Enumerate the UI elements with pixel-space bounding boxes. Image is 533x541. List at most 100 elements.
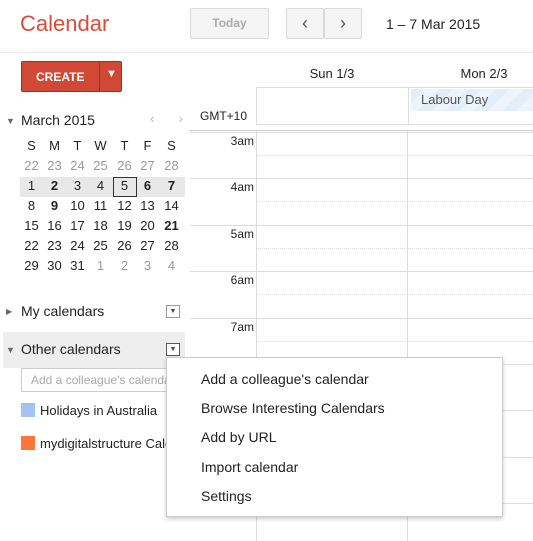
calendar-item[interactable]: Holidays in Australia [40, 403, 157, 418]
mini-calendar-day[interactable]: 2 [113, 257, 136, 275]
weekday-label: W [94, 138, 107, 153]
mini-calendar-day[interactable]: 1 [20, 177, 43, 195]
weekday-label: M [49, 138, 60, 153]
day-header[interactable]: Sun 1/3 [256, 66, 408, 81]
hour-line [190, 178, 533, 180]
my-calendars-header[interactable]: My calendars [21, 303, 104, 319]
mini-calendar-day[interactable]: 4 [89, 177, 112, 195]
mini-calendar-day[interactable]: 11 [89, 197, 112, 215]
menu-item-add-by-url[interactable]: Add by URL [201, 429, 276, 445]
menu-item-settings[interactable]: Settings [201, 488, 252, 504]
mini-calendar-day[interactable]: 26 [113, 237, 136, 255]
create-button[interactable]: CREATE ▼ [21, 61, 122, 92]
other-calendars-menu: Add a colleague's calendar Browse Intere… [166, 357, 503, 517]
calendar-color-swatch[interactable] [21, 403, 35, 417]
mini-calendar-day[interactable]: 9 [43, 197, 66, 215]
mini-calendar-day[interactable]: 27 [136, 237, 159, 255]
gridline [408, 87, 409, 124]
hour-label: 3am [230, 134, 254, 148]
mini-calendar-day[interactable]: 2 [43, 177, 66, 195]
half-hour-line [256, 155, 533, 156]
mini-calendar-day[interactable]: 20 [136, 217, 159, 235]
other-calendars-dropdown-icon[interactable]: ▼ [166, 343, 180, 356]
mini-calendar-day[interactable]: 26 [113, 157, 136, 175]
mini-calendar-day[interactable]: 5 [113, 177, 136, 195]
calendar-item[interactable]: mydigitalstructure Calendar [40, 436, 166, 451]
half-hour-line [256, 294, 533, 296]
mini-calendar-day[interactable]: 22 [20, 237, 43, 255]
mini-calendar-day[interactable]: 25 [89, 157, 112, 175]
half-hour-line [256, 247, 533, 249]
mini-calendar-day[interactable]: 22 [20, 157, 43, 175]
hour-line [190, 317, 533, 319]
mini-calendar-day[interactable]: 23 [43, 237, 66, 255]
create-label: CREATE [36, 70, 85, 84]
mini-calendar-day[interactable]: 4 [160, 257, 183, 275]
mini-calendar-day[interactable]: 7 [160, 177, 183, 195]
hour-line [190, 132, 533, 133]
mini-calendar-day[interactable]: 31 [66, 257, 89, 275]
mini-calendar-day[interactable]: 29 [20, 257, 43, 275]
hour-label: 6am [230, 273, 254, 288]
hour-label: 5am [230, 226, 254, 241]
menu-item-browse[interactable]: Browse Interesting Calendars [201, 400, 385, 416]
mini-calendar-day[interactable]: 6 [136, 177, 159, 195]
mini-calendar-day[interactable]: 18 [89, 217, 112, 235]
half-hour-line [256, 201, 533, 203]
mini-calendar-day[interactable]: 12 [113, 197, 136, 215]
mini-calendar-day[interactable]: 25 [89, 237, 112, 255]
mini-calendar-day[interactable]: 27 [136, 157, 159, 175]
weekday-label: S [167, 138, 176, 153]
mini-calendar-day[interactable]: 21 [160, 217, 183, 235]
day-header[interactable]: Mon 2/3 [408, 66, 533, 81]
gridline [190, 130, 533, 131]
half-hour-line [256, 340, 533, 342]
app-logo[interactable]: Calendar [20, 11, 109, 37]
hour-label: 7am [230, 319, 254, 334]
other-calendars-header[interactable]: Other calendars [21, 341, 121, 357]
calendar-color-swatch[interactable] [21, 436, 35, 450]
weekday-label: F [143, 138, 152, 153]
mini-calendar-day[interactable]: 8 [20, 197, 43, 215]
menu-item-add-colleague[interactable]: Add a colleague's calendar [201, 371, 369, 387]
mini-calendar-day[interactable]: 19 [113, 217, 136, 235]
gridline [256, 124, 533, 125]
mini-calendar-day[interactable]: 3 [136, 257, 159, 275]
mini-calendar-day[interactable]: 17 [66, 217, 89, 235]
prev-week-button[interactable]: ‹ [286, 8, 324, 39]
weekday-label: T [120, 138, 129, 153]
mini-calendar-nav[interactable]: ‹ › [150, 110, 193, 126]
timezone-label: GMT+10 [200, 109, 248, 123]
mini-calendar-day[interactable]: 16 [43, 217, 66, 235]
hour-line [190, 271, 533, 273]
mini-calendar-day[interactable]: 24 [66, 157, 89, 175]
mini-calendar-day[interactable]: 14 [160, 197, 183, 215]
hour-label: 4am [230, 180, 254, 195]
mini-calendar-day[interactable]: 28 [160, 237, 183, 255]
mini-calendar-day[interactable]: 24 [66, 237, 89, 255]
collapse-triangle-icon[interactable]: ▼ [6, 345, 15, 355]
collapse-triangle-icon[interactable]: ▼ [6, 116, 15, 126]
gridline [256, 87, 257, 124]
next-week-button[interactable]: › [324, 8, 362, 39]
today-button[interactable]: Today [190, 8, 269, 39]
expand-triangle-icon[interactable]: ▶ [6, 307, 12, 316]
weekday-label: T [73, 138, 82, 153]
event-labour-day[interactable]: Labour Day [411, 89, 533, 111]
menu-item-import[interactable]: Import calendar [201, 459, 298, 475]
mini-calendar-day[interactable]: 10 [66, 197, 89, 215]
mini-calendar-day[interactable]: 15 [20, 217, 43, 235]
mini-calendar-day[interactable]: 13 [136, 197, 159, 215]
mini-calendar-title: March 2015 [21, 112, 95, 128]
dropdown-arrow-icon[interactable]: ▼ [106, 68, 117, 80]
mini-calendar-day[interactable]: 30 [43, 257, 66, 275]
hour-line [190, 224, 533, 226]
mini-calendar-day[interactable]: 1 [89, 257, 112, 275]
mini-calendar-day[interactable]: 28 [160, 157, 183, 175]
my-calendars-dropdown-icon[interactable]: ▼ [166, 305, 180, 318]
mini-calendar-day[interactable]: 23 [43, 157, 66, 175]
mini-calendar-day[interactable]: 3 [66, 177, 89, 195]
weekday-label: S [27, 138, 36, 153]
divider [99, 62, 100, 91]
gridline [256, 87, 533, 88]
